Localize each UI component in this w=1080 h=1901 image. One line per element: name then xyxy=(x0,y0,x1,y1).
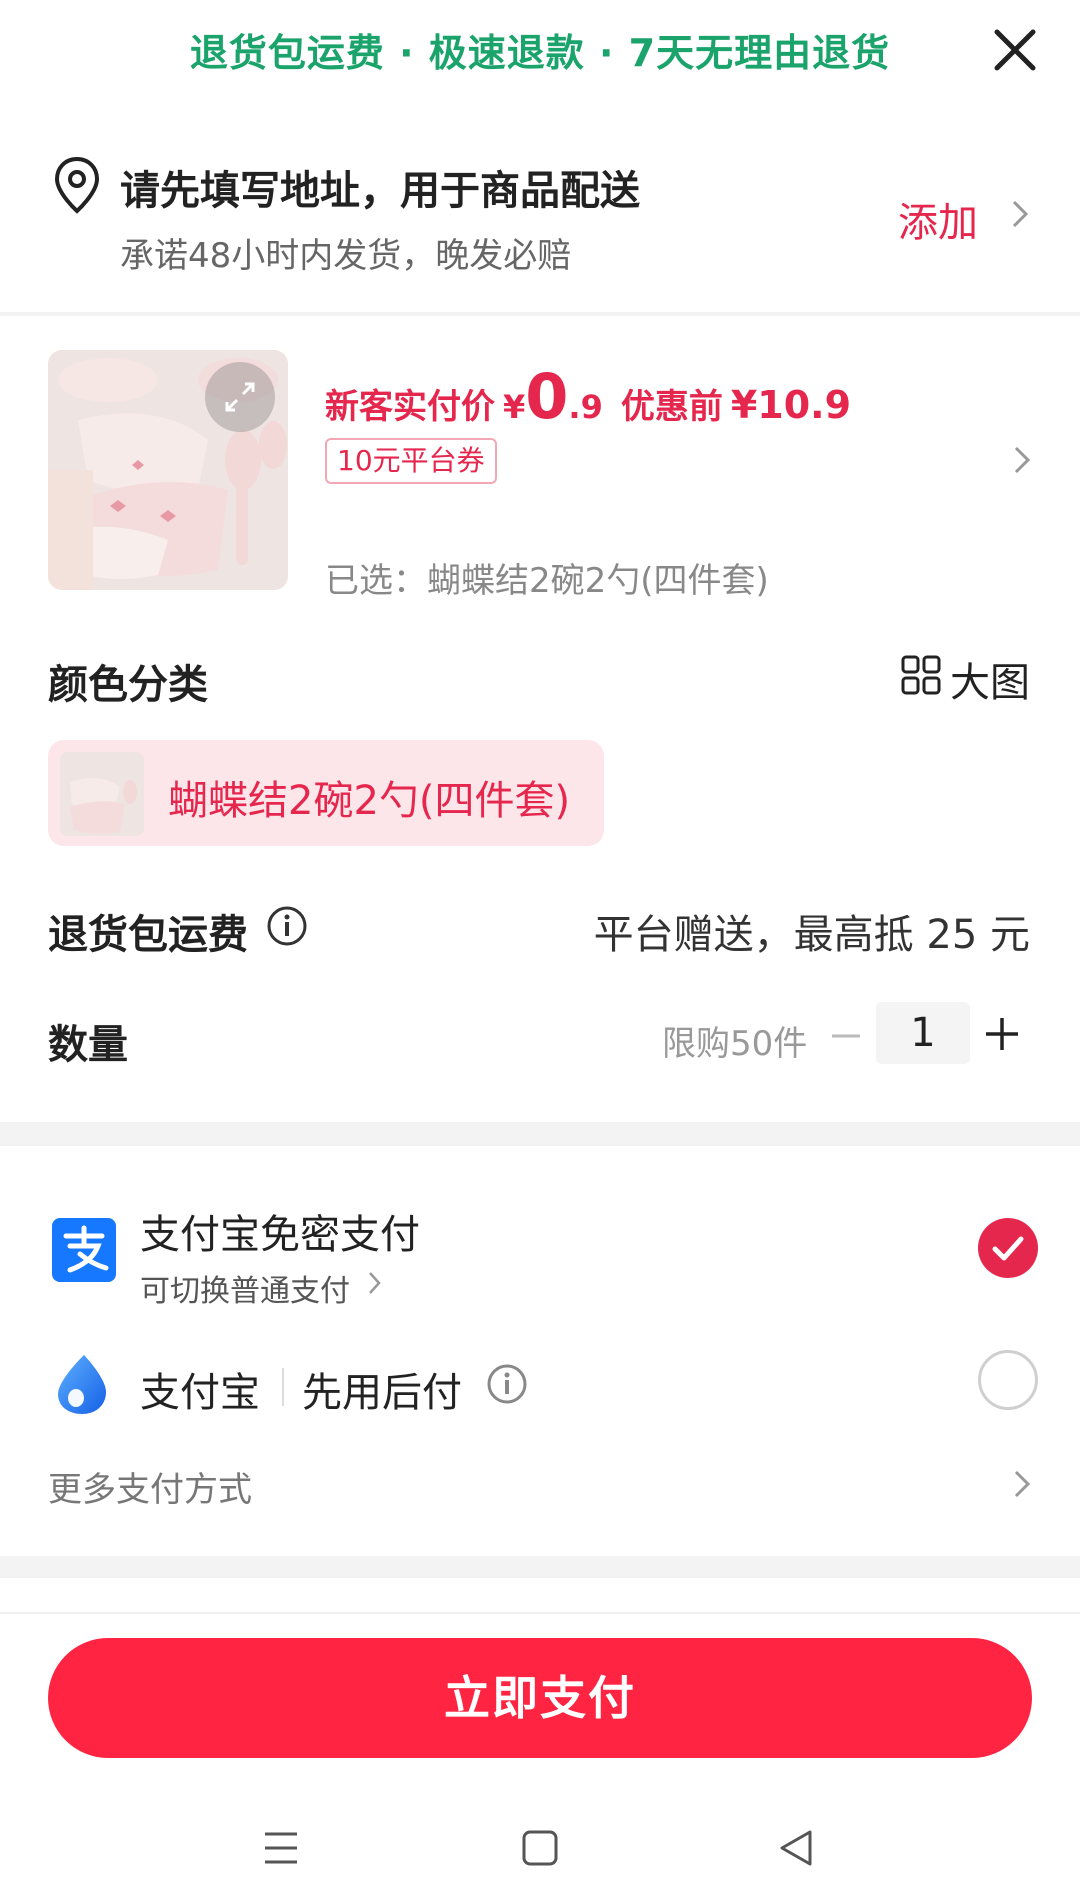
chevron-right-icon[interactable] xyxy=(1010,1466,1034,1502)
return-shipping-title: 退货包运费 xyxy=(48,912,248,958)
quantity-title: 数量 xyxy=(48,1022,128,1068)
chevron-right-icon[interactable] xyxy=(1008,196,1032,232)
back-icon[interactable] xyxy=(776,1826,816,1870)
more-payment-methods[interactable]: 更多支付方式 xyxy=(48,1462,252,1511)
variant-thumbnail xyxy=(60,752,144,836)
menu-icon[interactable] xyxy=(262,1828,300,1868)
close-icon xyxy=(994,29,1036,71)
switch-normal-payment-link[interactable]: 可切换普通支付 xyxy=(140,1266,350,1310)
alipay-label[interactable]: 支付宝 xyxy=(140,1360,260,1418)
home-icon[interactable] xyxy=(520,1828,560,1868)
return-shipping-value: 平台赠送，最高抵 25 元 xyxy=(593,912,1030,958)
check-icon xyxy=(992,1236,1024,1261)
address-title: 请先填写地址，用于商品配送 xyxy=(120,168,640,214)
section-divider xyxy=(0,1122,1080,1146)
color-category-title: 颜色分类 xyxy=(48,662,208,708)
divider xyxy=(282,1368,284,1406)
price-decimal: .9 xyxy=(568,388,603,426)
original-price: ¥10.9 xyxy=(730,383,852,427)
address-subtitle: 承诺48小时内发货，晚发必赔 xyxy=(120,236,572,276)
purchase-limit: 限购50件 xyxy=(662,1024,808,1064)
divider xyxy=(0,312,1080,316)
selected-variant-text: 已选：蝴蝶结2碗2勺(四件套) xyxy=(325,561,769,601)
coupon-badge: 10元平台券 xyxy=(325,438,497,484)
alipay-password-free-label[interactable]: 支付宝免密支付 xyxy=(140,1202,420,1260)
add-address-button[interactable]: 添加 xyxy=(898,190,978,248)
alipay-pay-later-icon xyxy=(52,1352,112,1416)
top-banner: 退货包运费 · 极速退款 · 7天无理由退货 xyxy=(0,0,1080,100)
price-label: 新客实付价 xyxy=(325,387,495,427)
price-line: 新客实付价 ¥0.9 优惠前 ¥10.9 xyxy=(325,360,851,433)
info-icon[interactable] xyxy=(266,905,308,947)
increase-quantity-button[interactable] xyxy=(982,1014,1022,1054)
expand-image-button[interactable] xyxy=(205,362,275,432)
close-button[interactable] xyxy=(985,20,1045,80)
section-divider xyxy=(0,1556,1080,1578)
price-integer: 0 xyxy=(525,360,569,433)
alipay-logo-icon xyxy=(52,1218,116,1282)
grid-icon[interactable] xyxy=(900,654,942,696)
radio-checked[interactable] xyxy=(978,1218,1038,1278)
quantity-input[interactable]: 1 xyxy=(876,1002,970,1064)
decrease-quantity-button[interactable] xyxy=(828,1018,864,1054)
chevron-right-icon[interactable] xyxy=(1010,442,1034,478)
plus-icon xyxy=(986,1018,1018,1050)
pay-later-label[interactable]: 先用后付 xyxy=(302,1360,462,1418)
pay-now-button[interactable]: 立即支付 xyxy=(48,1638,1032,1758)
variant-label: 蝴蝶结2碗2勺(四件套) xyxy=(168,778,571,824)
minus-icon xyxy=(832,1034,860,1038)
price-currency: ¥ xyxy=(503,388,526,426)
radio-unchecked[interactable] xyxy=(978,1350,1038,1410)
chevron-right-icon[interactable] xyxy=(366,1268,384,1298)
big-picture-button[interactable]: 大图 xyxy=(950,650,1030,708)
original-price-label: 优惠前 xyxy=(620,387,723,427)
info-icon[interactable] xyxy=(486,1363,528,1405)
expand-icon xyxy=(225,382,255,412)
service-banner-text: 退货包运费 · 极速退款 · 7天无理由退货 xyxy=(189,31,891,75)
location-pin-icon xyxy=(52,155,102,215)
divider xyxy=(0,1612,1080,1614)
